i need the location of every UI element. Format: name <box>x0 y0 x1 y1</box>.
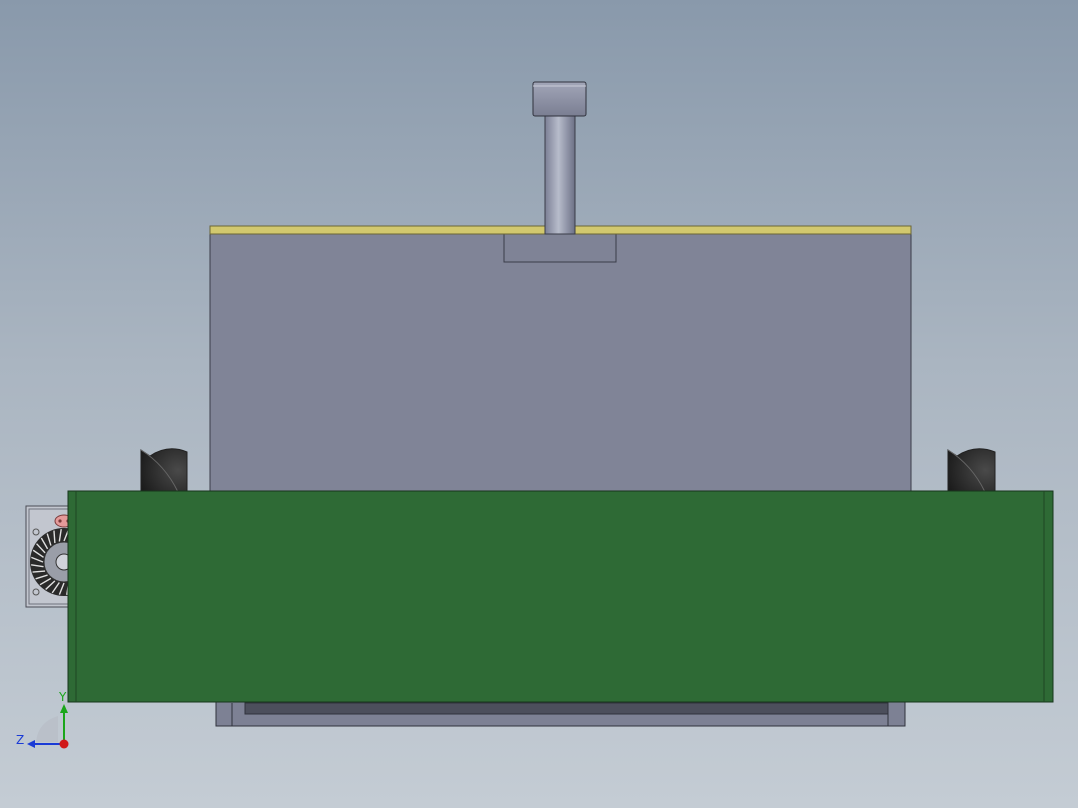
left-wheel[interactable] <box>140 448 188 493</box>
base-plate[interactable] <box>67 490 1054 703</box>
gear-tooth <box>53 530 56 544</box>
vertical-bolt[interactable] <box>532 81 587 235</box>
z-axis-label: Z <box>16 733 24 747</box>
cad-graphics-viewport[interactable]: Y Z <box>0 0 1078 808</box>
right-wheel[interactable] <box>947 448 996 493</box>
y-axis-arrow <box>60 704 68 713</box>
gear-tooth <box>32 570 46 573</box>
axis-triad: Y Z <box>16 690 69 749</box>
bottom-rail[interactable] <box>215 699 906 727</box>
model-scene: Y Z <box>16 81 1054 749</box>
z-axis-arrow <box>27 740 35 748</box>
x-axis-dot <box>59 739 69 749</box>
main-housing[interactable] <box>209 231 912 495</box>
y-axis-label: Y <box>58 690 67 704</box>
